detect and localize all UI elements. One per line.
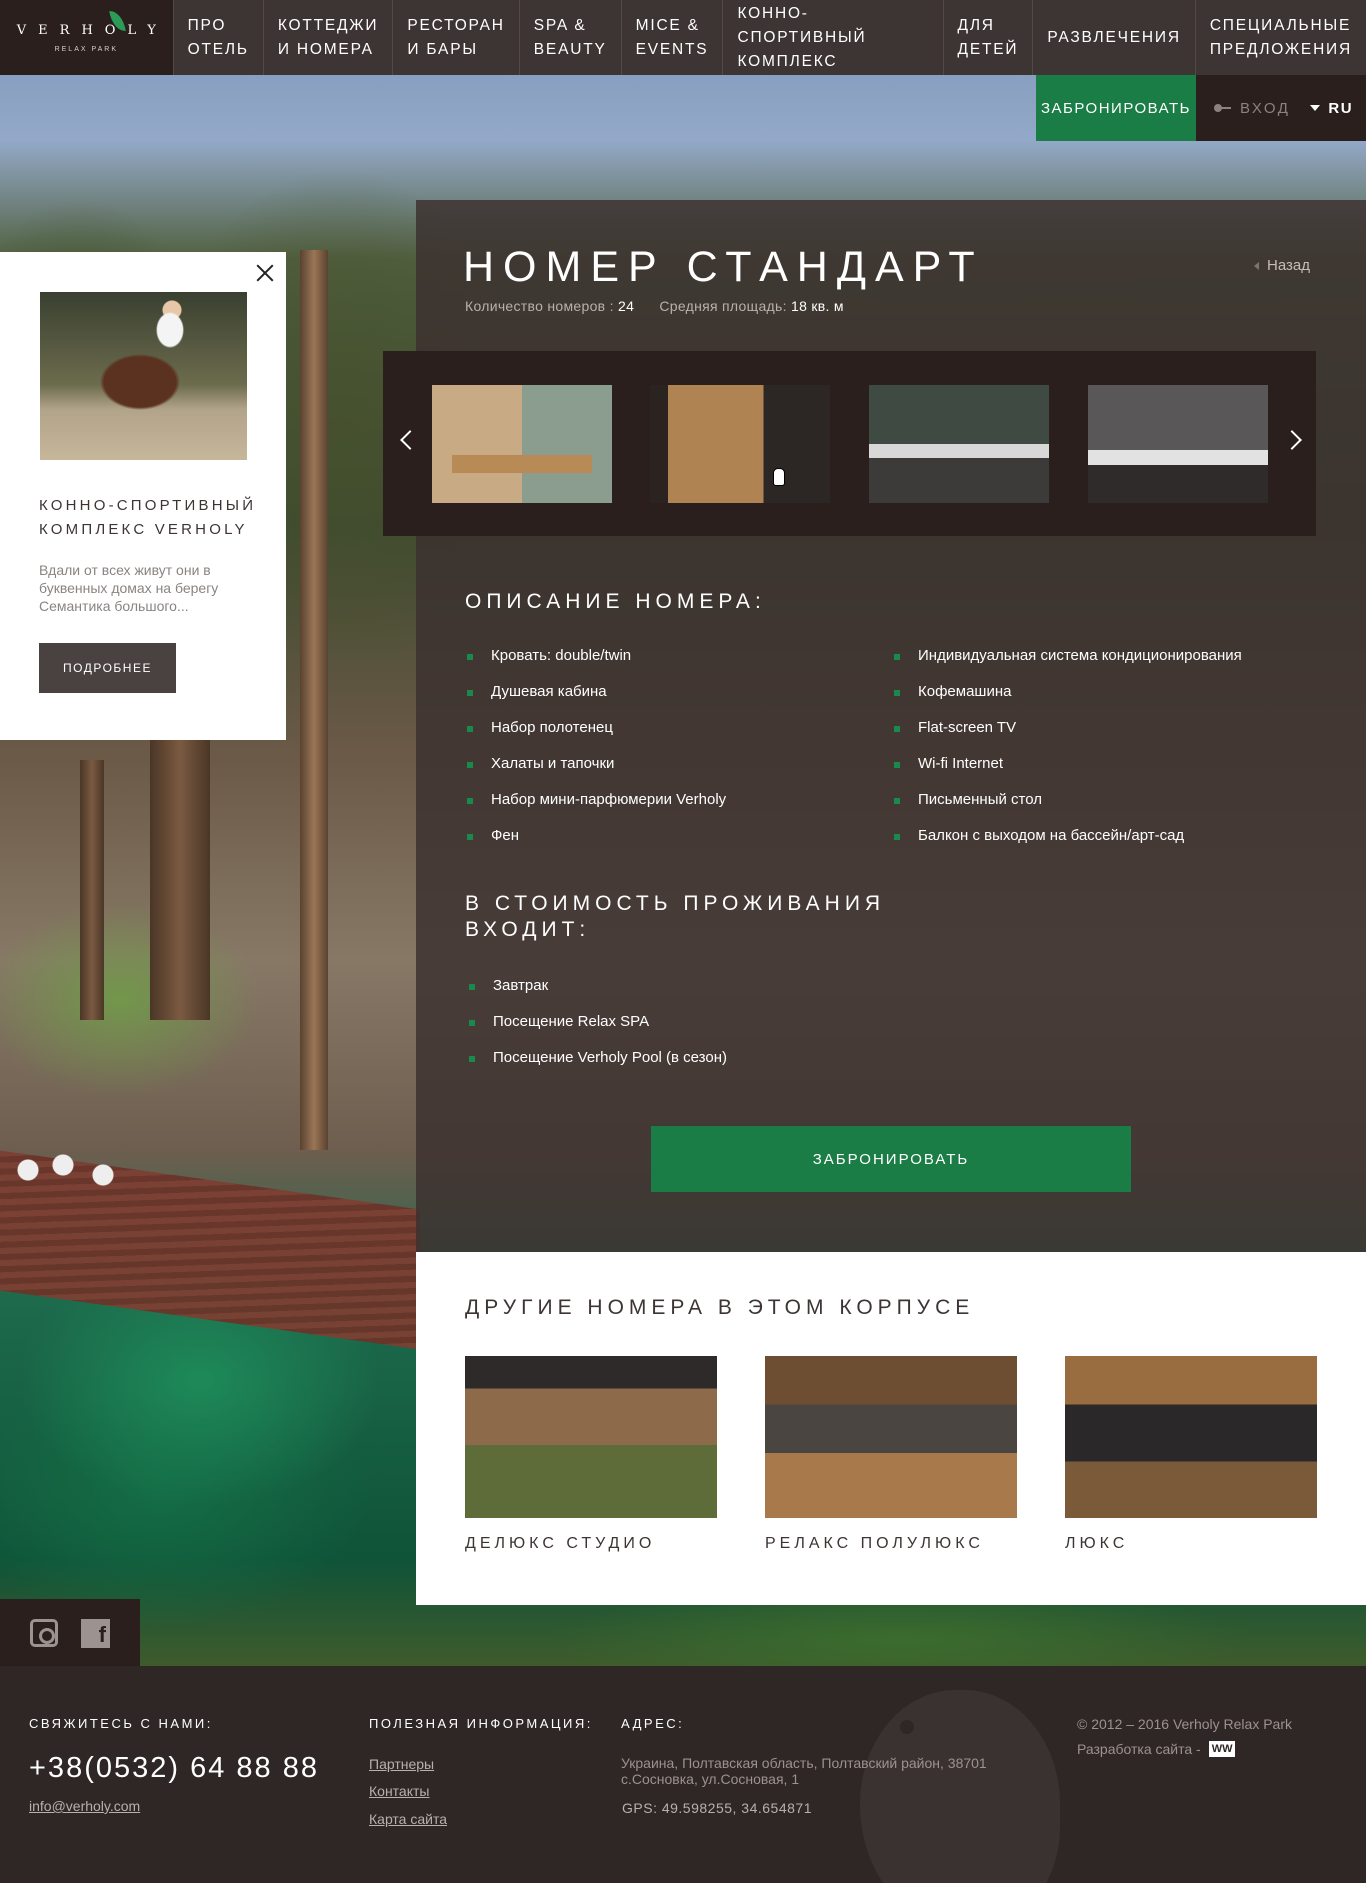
- room-area-label: Средняя площадь:: [659, 298, 787, 314]
- footer-email[interactable]: info@verholy.com: [29, 1798, 140, 1814]
- list-item: Посещение Relax SPA: [466, 1012, 727, 1048]
- back-arrow-icon: [1254, 261, 1259, 270]
- footer-link-sitemap[interactable]: Карта сайта: [369, 1811, 447, 1827]
- footer-phone[interactable]: +38(0532) 64 88 88: [29, 1752, 319, 1785]
- room-card-image[interactable]: [765, 1356, 1017, 1518]
- other-rooms-heading: ДРУГИЕ НОМЕРА В ЭТОМ КОРПУСЕ: [465, 1296, 975, 1319]
- list-item: Wi-fi Internet: [891, 754, 1242, 790]
- included-list: Завтрак Посещение Relax SPA Посещение Ve…: [466, 976, 727, 1084]
- list-item: Кофемашина: [891, 682, 1242, 718]
- footer-address-heading: АДРЕС:: [621, 1716, 685, 1731]
- nav-item-restaurants[interactable]: РЕСТОРАН И БАРЫ: [392, 0, 518, 75]
- nav-item-kids[interactable]: ДЛЯ ДЕТЕЙ: [942, 0, 1033, 75]
- social-bar: [0, 1599, 140, 1666]
- gallery-thumb[interactable]: [432, 385, 612, 503]
- description-heading: ОПИСАНИЕ НОМЕРА:: [465, 590, 766, 613]
- room-card-title[interactable]: ЛЮКС: [1065, 1535, 1128, 1553]
- header-book-button[interactable]: ЗАБРОНИРОВАТЬ: [1036, 75, 1196, 141]
- cursor-icon: [773, 468, 785, 486]
- footer-address: Украина, Полтавская область, Полтавский …: [621, 1755, 987, 1787]
- room-count-value: 24: [618, 298, 635, 314]
- footer-link-partners[interactable]: Партнеры: [369, 1756, 434, 1772]
- tree-trunk: [300, 250, 328, 1150]
- room-count-label: Количество номеров :: [465, 298, 614, 314]
- list-item: Фен: [464, 826, 726, 862]
- developer-logo-icon[interactable]: WW: [1208, 1741, 1236, 1757]
- logo-subtitle: RELAX PARK: [54, 45, 119, 53]
- logo[interactable]: VERHOLY RELAX PARK: [0, 0, 173, 75]
- gallery-thumb[interactable]: [1088, 385, 1268, 503]
- back-link[interactable]: Назад: [1254, 257, 1310, 274]
- instagram-icon[interactable]: [30, 1619, 58, 1647]
- room-card-title[interactable]: ДЕЛЮКС СТУДИО: [465, 1535, 655, 1553]
- login-link[interactable]: ВХОД: [1240, 100, 1290, 117]
- nav-item-cottages[interactable]: КОТТЕДЖИ И НОМЕРА: [262, 0, 393, 75]
- promo-image: [40, 292, 247, 460]
- footer-link-contacts[interactable]: Контакты: [369, 1783, 429, 1799]
- amenities-left: Кровать: double/twin Душевая кабина Набо…: [464, 646, 726, 862]
- included-heading: В СТОИМОСТЬ ПРОЖИВАНИЯ ВХОДИТ:: [465, 892, 886, 941]
- list-item: Набор мини-парфюмерии Verholy: [464, 790, 726, 826]
- tree-trunk: [80, 760, 104, 1020]
- nav-item-spa[interactable]: SPA & BEAUTY: [518, 0, 621, 75]
- room-area-value: 18 кв. м: [791, 298, 844, 314]
- nav-item-mice[interactable]: MICE & EVENTS: [620, 0, 723, 75]
- language-label: RU: [1328, 99, 1354, 117]
- list-item: Посещение Verholy Pool (в сезон): [466, 1048, 727, 1084]
- list-item: Кровать: double/twin: [464, 646, 726, 682]
- chevron-down-icon: [1310, 105, 1321, 111]
- list-item: Письменный стол: [891, 790, 1242, 826]
- back-link-label: Назад: [1267, 257, 1310, 274]
- nav-item-entertainment[interactable]: РАЗВЛЕЧЕНИЯ: [1032, 0, 1195, 75]
- list-item: Индивидуальная система кондиционирования: [891, 646, 1242, 682]
- promo-title: КОННО-СПОРТИВНЫЙ КОМПЛЕКС VERHOLY: [39, 497, 257, 538]
- gallery-thumb[interactable]: [650, 385, 830, 503]
- list-item: Завтрак: [466, 976, 727, 1012]
- logo-text: VERHOLY: [16, 22, 168, 38]
- promo-more-button[interactable]: ПОДРОБНЕЕ: [39, 643, 176, 693]
- language-selector[interactable]: RU: [1310, 100, 1353, 117]
- login-lang-box: ВХОД RU: [1196, 75, 1366, 141]
- list-item: Набор полотенец: [464, 718, 726, 754]
- list-item: Балкон с выходом на бассейн/арт-сад: [891, 826, 1242, 862]
- booking-bar: ЗАБРОНИРОВАТЬ ВХОД RU: [1036, 75, 1366, 141]
- room-card-title[interactable]: РЕЛАКС ПОЛУЛЮКС: [765, 1535, 984, 1553]
- key-icon: [1214, 104, 1232, 112]
- amenities-right: Индивидуальная система кондиционирования…: [891, 646, 1242, 862]
- top-navigation: VERHOLY RELAX PARK ПРО ОТЕЛЬ КОТТЕДЖИ И …: [0, 0, 1366, 75]
- pool-chairs: [8, 1140, 128, 1200]
- list-item: Халаты и тапочки: [464, 754, 726, 790]
- tree-trunk: [150, 720, 210, 1020]
- room-card-image[interactable]: [465, 1356, 717, 1518]
- footer-gps: GPS: 49.598255, 34.654871: [622, 1800, 812, 1816]
- promo-text: Вдали от всех живут они в буквенных дома…: [39, 562, 219, 614]
- footer-copyright: © 2012 – 2016 Verholy Relax Park: [1077, 1716, 1293, 1732]
- nav-item-equestrian[interactable]: КОННО-СПОРТИВНЫЙ КОМПЛЕКС: [722, 0, 942, 75]
- nav-item-about[interactable]: ПРО ОТЕЛЬ: [172, 0, 263, 75]
- close-icon[interactable]: [254, 262, 276, 284]
- room-meta: Количество номеров : 24 Средняя площадь:…: [465, 298, 844, 314]
- list-item: Душевая кабина: [464, 682, 726, 718]
- book-button[interactable]: ЗАБРОНИРОВАТЬ: [651, 1126, 1131, 1192]
- page-title: НОМЕР СТАНДАРТ: [463, 243, 984, 291]
- room-card-image[interactable]: [1065, 1356, 1317, 1518]
- footer-info-heading: ПОЛЕЗНАЯ ИНФОРМАЦИЯ:: [369, 1716, 593, 1731]
- gallery-thumb[interactable]: [869, 385, 1049, 503]
- list-item: Flat-screen TV: [891, 718, 1242, 754]
- footer-developer-label: Разработка сайта -: [1077, 1741, 1201, 1757]
- footer-developer: Разработка сайта - WW: [1077, 1741, 1236, 1757]
- footer-contact-heading: СВЯЖИТЕСЬ С НАМИ:: [29, 1716, 213, 1731]
- facebook-icon[interactable]: f: [81, 1619, 110, 1648]
- nav-item-special-offers[interactable]: СПЕЦИАЛЬНЫЕ ПРЕДЛОЖЕНИЯ: [1194, 0, 1366, 75]
